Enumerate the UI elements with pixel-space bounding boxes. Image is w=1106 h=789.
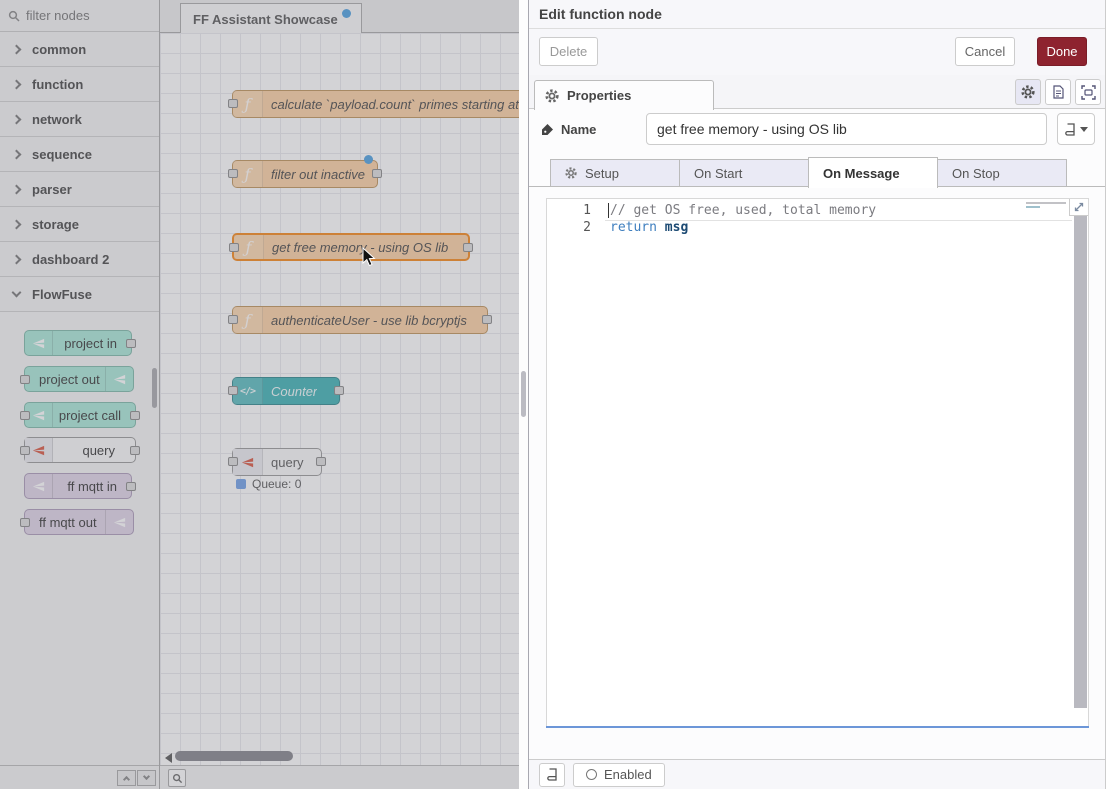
line-number: 1 <box>547 203 591 218</box>
minimap <box>1026 202 1072 210</box>
function-tabs: Setup On Start On Message On Stop <box>529 157 1105 187</box>
tab-properties-label: Properties <box>567 88 631 103</box>
edit-tray-title: Edit function node <box>529 0 1105 29</box>
caret-down-icon <box>1080 127 1088 132</box>
name-input[interactable] <box>646 113 1047 145</box>
tab-properties[interactable]: Properties <box>534 80 714 110</box>
tag-icon <box>541 123 554 136</box>
code-line: return msg <box>610 220 688 235</box>
vscroll-thumb[interactable] <box>521 371 526 417</box>
book-icon <box>1064 123 1076 136</box>
tab-on-stop[interactable]: On Stop <box>937 159 1067 187</box>
enabled-label: Enabled <box>604 767 652 782</box>
properties-gear-button[interactable] <box>1015 79 1041 105</box>
edit-form: Name Setup On Start On Message On <box>529 110 1105 759</box>
tab-on-message[interactable]: On Message <box>808 157 938 188</box>
workspace-vscrollbar[interactable] <box>519 0 528 789</box>
edit-tray-toolbar: Delete Cancel Done <box>529 29 1105 75</box>
tab-on-start[interactable]: On Start <box>679 159 809 187</box>
gear-icon <box>565 167 577 179</box>
mouse-cursor <box>362 247 377 268</box>
code-editor[interactable]: 1 2 // get OS free, used, total memory r… <box>546 198 1089 727</box>
done-button[interactable]: Done <box>1037 37 1087 66</box>
text-cursor <box>608 203 609 218</box>
code-keyword: return <box>610 220 657 235</box>
library-button[interactable] <box>539 763 565 787</box>
book-icon <box>546 768 558 781</box>
code-variable: msg <box>657 220 688 235</box>
node-appearance-button[interactable] <box>1075 79 1101 105</box>
editor-tabs-row: Properties <box>529 75 1105 109</box>
delete-button[interactable]: Delete <box>539 37 598 66</box>
line-number: 2 <box>547 220 591 235</box>
library-dropdown-button[interactable] <box>1057 113 1095 145</box>
edit-tray-footer: Enabled <box>529 759 1105 789</box>
editor-scrollbar-thumb[interactable] <box>1074 216 1087 708</box>
edit-tray: Edit function node Delete Cancel Done Pr… <box>528 0 1106 789</box>
tab-setup[interactable]: Setup <box>550 159 680 187</box>
gear-icon <box>545 89 559 103</box>
code-comment: // get OS free, used, total memory <box>610 203 876 218</box>
description-doc-button[interactable] <box>1045 79 1071 105</box>
name-row: Name <box>539 113 1095 145</box>
cancel-button[interactable]: Cancel <box>955 37 1015 66</box>
circle-icon <box>586 769 597 780</box>
name-label: Name <box>541 113 596 145</box>
edit-dialog-shade <box>0 0 528 789</box>
expand-editor-button[interactable] <box>1069 199 1088 216</box>
enabled-toggle-button[interactable]: Enabled <box>573 763 665 787</box>
